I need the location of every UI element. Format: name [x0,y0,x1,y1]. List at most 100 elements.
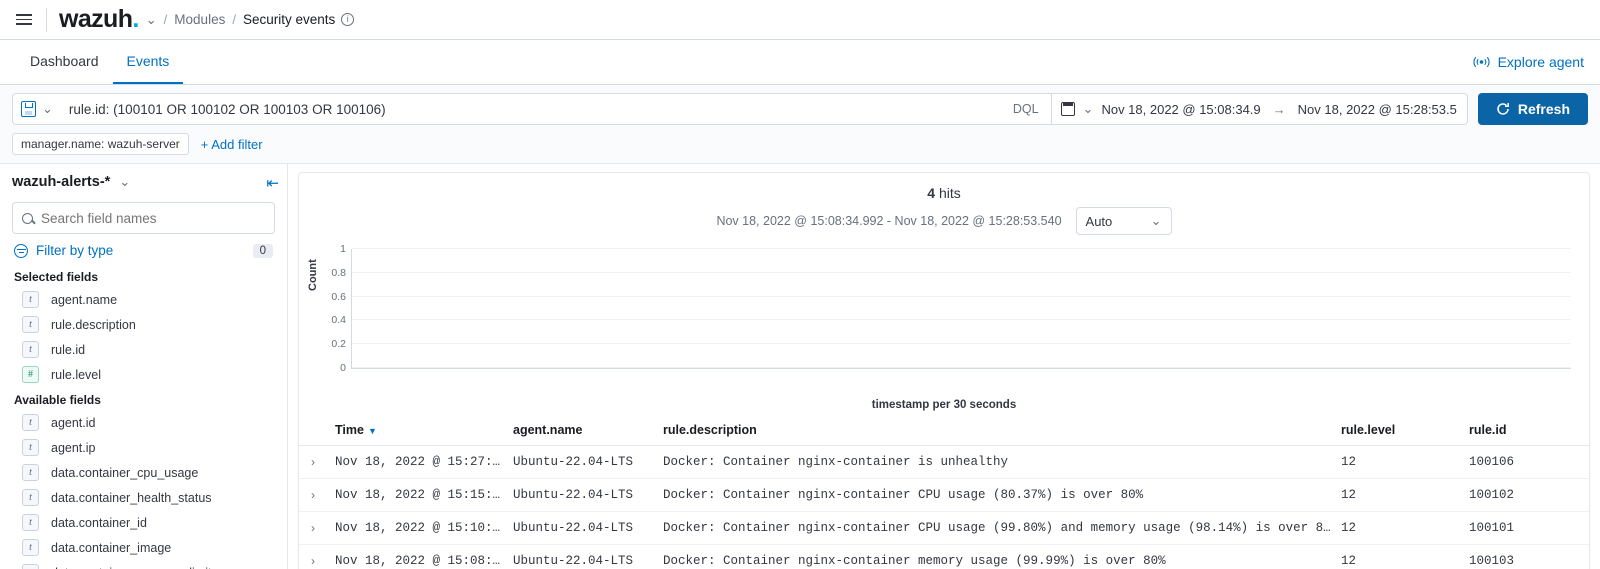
field-item-container-id[interactable]: t data.container_id [12,510,275,535]
brand-dot: . [132,5,139,33]
hamburger-menu-icon[interactable] [8,4,40,36]
field-type-string-icon: t [22,439,39,456]
column-header-time[interactable]: Time ▼ [335,415,513,446]
date-to[interactable]: Nov 18, 2022 @ 15:28:53.5 [1298,102,1457,117]
filter-pill-manager-name[interactable]: manager.name: wazuh-server [12,133,189,155]
search-input-value: rule.id: (100101 OR 100102 OR 100103 OR … [68,101,386,117]
table-row[interactable]: › Nov 18, 2022 @ 15:10:59.649 Ubuntu-22.… [299,511,1589,545]
field-item-agent-id[interactable]: t agent.id [12,410,275,435]
add-filter-button[interactable]: + Add filter [201,137,263,152]
row-expand-cell[interactable]: › [299,511,335,545]
cell-rule-id[interactable]: 100106 [1469,445,1589,479]
cell-agent-name[interactable]: Ubuntu-22.04-LTS [513,478,663,512]
column-header-rule-level[interactable]: rule.level [1341,415,1469,446]
table-row[interactable]: › Nov 18, 2022 @ 15:15:00.708 Ubuntu-22.… [299,478,1589,512]
search-icon [22,212,33,224]
chart-plot-area[interactable]: 0 0.2 0.4 0.6 0.8 1 [331,243,1571,374]
wazuh-logo[interactable]: wazuh. [59,5,139,34]
column-header-agent-name[interactable]: agent.name [513,415,663,446]
brand-chevron-down-icon[interactable]: ⌄ [146,12,157,28]
table-row[interactable]: › Nov 18, 2022 @ 15:08:59.843 Ubuntu-22.… [299,544,1589,569]
field-item-container-memory-limit[interactable]: t data.container_memory_limit [12,560,275,569]
field-item-rule-level[interactable]: # rule.level [12,362,275,387]
search-input[interactable]: rule.id: (100101 OR 100102 OR 100103 OR … [58,93,1001,125]
selected-fields-list: t agent.name t rule.description t rule.i… [12,287,275,387]
tab-events[interactable]: Events [112,40,184,84]
field-label: data.container_image [51,540,172,555]
index-pattern-selector[interactable]: wazuh-alerts-* ⌄ [12,174,275,190]
saved-query-chevron-down-icon[interactable]: ⌄ [42,101,53,117]
expand-column-header [299,415,335,446]
chart-gridline [352,319,1571,321]
column-header-rule-id-label: rule.id [1469,423,1507,437]
field-item-rule-id[interactable]: t rule.id [12,337,275,362]
cell-time: Nov 18, 2022 @ 15:15:00.708 [335,478,513,512]
breadcrumb-modules[interactable]: Modules [174,12,225,27]
chart-range-row: Nov 18, 2022 @ 15:08:34.992 - Nov 18, 20… [299,207,1589,241]
field-item-container-cpu-usage[interactable]: t data.container_cpu_usage [12,460,275,485]
field-label: data.container_cpu_usage [51,465,199,480]
column-header-time-label: Time [335,423,364,437]
explore-agent-button[interactable]: Explore agent [1473,40,1584,84]
cell-rule-description: Docker: Container nginx-container CPU us… [663,478,1341,512]
field-item-agent-ip[interactable]: t agent.ip [12,435,275,460]
saved-query-button[interactable]: ⌄ [12,93,59,125]
filter-pill-label: manager.name: wazuh-server [21,137,180,151]
info-icon[interactable]: i [341,13,355,26]
query-language-button[interactable]: DQL [1000,93,1052,125]
interval-select[interactable]: Auto ⌄ [1075,207,1172,235]
filter-by-type-button[interactable]: Filter by type [14,243,113,258]
expand-row-icon[interactable]: › [311,455,315,469]
cell-rule-id[interactable]: 100103 [1469,544,1589,569]
expand-row-icon[interactable]: › [311,488,315,502]
index-pattern-chevron-down-icon[interactable]: ⌄ [119,174,130,190]
refresh-label: Refresh [1517,101,1570,117]
field-type-string-icon: t [22,316,39,333]
query-language-label: DQL [1012,102,1039,116]
cell-agent-name[interactable]: Ubuntu-22.04-LTS [513,511,663,545]
chart-y-tick: 0.8 [331,266,346,279]
cell-agent-name[interactable]: Ubuntu-22.04-LTS [513,445,663,479]
column-header-rule-description[interactable]: rule.description [663,415,1341,446]
field-item-container-image[interactable]: t data.container_image [12,535,275,560]
row-expand-cell[interactable]: › [299,478,335,512]
field-item-agent-name[interactable]: t agent.name [12,287,275,312]
table-row[interactable]: › Nov 18, 2022 @ 15:27:08.108 Ubuntu-22.… [299,445,1589,479]
sort-descending-icon[interactable]: ▼ [368,426,377,436]
expand-row-icon[interactable]: › [311,554,315,568]
tab-dashboard[interactable]: Dashboard [16,40,113,84]
interval-chevron-down-icon[interactable]: ⌄ [1151,213,1162,229]
cell-rule-id[interactable]: 100102 [1469,478,1589,512]
cell-rule-level: 12 [1341,544,1469,569]
field-label: data.container_memory_limit [51,566,212,569]
field-label: agent.ip [51,440,96,455]
date-from[interactable]: Nov 18, 2022 @ 15:08:34.9 [1101,102,1260,117]
filter-by-type-row[interactable]: Filter by type 0 [12,234,275,264]
filter-by-type-label: Filter by type [36,243,114,258]
breadcrumb-security-events[interactable]: Security events [243,12,335,27]
search-field-names-container[interactable] [12,202,275,234]
date-range-picker[interactable]: ⌄ Nov 18, 2022 @ 15:08:34.9 → Nov 18, 20… [1051,93,1468,125]
column-header-rule-id[interactable]: rule.id [1469,415,1589,446]
row-expand-cell[interactable]: › [299,445,335,479]
row-expand-cell[interactable]: › [299,544,335,569]
chart-gridline [352,271,1571,273]
selected-fields-header: Selected fields [14,270,99,284]
calendar-icon [1060,102,1075,116]
chart-y-tick: 0.2 [331,338,346,351]
date-chevron-down-icon[interactable]: ⌄ [1083,101,1094,117]
cell-rule-id[interactable]: 100101 [1469,511,1589,545]
collapse-panel-icon[interactable]: ⇤ [266,174,279,192]
add-filter-label: + Add filter [200,136,263,152]
histogram-chart[interactable]: Count 0 0.2 0.4 0.6 0.8 1 [307,243,1571,393]
chart-x-axis-label: timestamp per 30 seconds [871,399,1017,411]
refresh-button[interactable]: Refresh [1477,93,1588,125]
search-field-names-input[interactable] [41,210,265,226]
field-item-rule-description[interactable]: t rule.description [12,312,275,337]
field-item-container-health-status[interactable]: t data.container_health_status [12,485,275,510]
explore-agent-label: Explore agent [1497,54,1584,70]
cell-agent-name[interactable]: Ubuntu-22.04-LTS [513,544,663,569]
field-sidebar: ⇤ wazuh-alerts-* ⌄ Filter by type 0 Sele… [0,164,288,569]
available-fields-header: Available fields [14,393,101,407]
expand-row-icon[interactable]: › [311,521,315,535]
